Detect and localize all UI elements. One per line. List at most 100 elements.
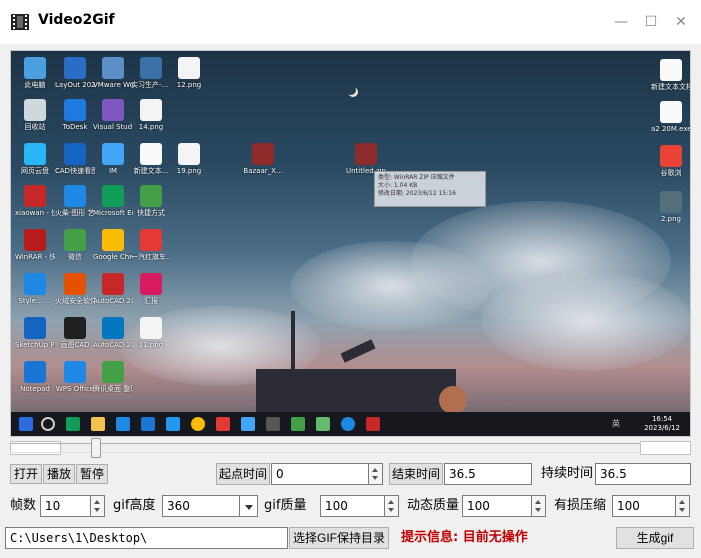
gif-quality-input[interactable] xyxy=(320,495,385,517)
lossy-spin[interactable] xyxy=(676,495,690,517)
video-preview: 此电脑 LayOut 2022VMware Workstati...实习生产-..… xyxy=(10,50,691,437)
desktop-icon[interactable]: 快捷方式 xyxy=(131,185,171,217)
desktop-icon-label: 一汽红旗车... .exe xyxy=(131,253,171,261)
dynamic-quality-input[interactable] xyxy=(462,495,532,517)
gif-height-select[interactable] xyxy=(162,495,240,517)
duration-input[interactable] xyxy=(595,463,691,485)
dynamic-quality-spin[interactable] xyxy=(532,495,546,517)
output-path-input[interactable] xyxy=(5,527,288,549)
cloud xyxy=(291,241,491,331)
desktop-icon[interactable]: 14.png xyxy=(131,99,171,131)
desktop-icon[interactable]: 19.png xyxy=(169,143,209,175)
desktop-icon-label: 谷歌浏 xyxy=(660,169,682,177)
start-time-input[interactable] xyxy=(271,463,369,485)
desktop-icon[interactable]: ToDesk xyxy=(55,99,95,131)
desktop-icon[interactable]: 实习生产-... 个企... xyxy=(131,57,171,89)
close-icon[interactable]: ✕ xyxy=(669,10,693,34)
minimize-icon[interactable]: — xyxy=(609,10,633,34)
desktop-icon[interactable]: 汇报 xyxy=(131,273,171,305)
open-button[interactable]: 打开 xyxy=(10,464,42,484)
desktop-app-icon xyxy=(64,273,86,295)
desktop-icon-label: AutoCAD 2018... xyxy=(93,297,133,305)
rooftop-building xyxy=(256,369,456,415)
desktop-icon[interactable]: Visual Stud... xyxy=(93,99,133,131)
gif-quality-spin[interactable] xyxy=(385,495,399,517)
desktop-icon-label: xiaowan - 快捷方式 xyxy=(15,209,55,217)
desktop-app-icon xyxy=(64,99,86,121)
desktop-icon[interactable]: 新建文本... xyxy=(131,143,171,175)
desktop-icon-label: 14.png xyxy=(138,123,164,131)
play-button[interactable]: 播放 xyxy=(43,464,75,484)
desktop-app-icon xyxy=(102,185,124,207)
desktop-app-icon xyxy=(24,143,46,165)
fps-input[interactable] xyxy=(40,495,91,517)
desktop-app-icon xyxy=(140,273,162,295)
desktop-icon[interactable]: xiaowan - 快捷方式 xyxy=(15,185,55,217)
desktop-app-icon xyxy=(102,361,124,383)
start-time-spin[interactable] xyxy=(369,463,383,485)
desktop-icon[interactable]: 画图CAD xyxy=(55,317,95,349)
pause-button[interactable]: 暂停 xyxy=(76,464,108,484)
lossy-input[interactable] xyxy=(612,495,676,517)
fps-spin[interactable] xyxy=(91,495,105,517)
desktop-icon[interactable]: 回收站 xyxy=(15,99,55,131)
desktop-app-icon xyxy=(24,99,46,121)
desktop-app-icon xyxy=(140,143,162,165)
desktop-icon-label: 实习生产-... 个企... xyxy=(131,81,171,89)
desktop-icon[interactable]: VMware Workstati... xyxy=(93,57,133,89)
desktop-icon[interactable]: 2.png xyxy=(651,191,690,223)
antenna xyxy=(291,311,295,371)
start-time-button[interactable]: 起点时间 xyxy=(216,463,270,485)
desktop-icon[interactable]: WinRAR - 快捷方式 xyxy=(15,229,55,261)
desktop-icon[interactable]: AutoCAD 2018... xyxy=(93,273,133,305)
desktop-app-icon xyxy=(102,317,124,339)
desktop-icon-label: Visual Stud... xyxy=(93,123,133,131)
desktop-icon[interactable]: SketchUp Pro 2022 xyxy=(15,317,55,349)
desktop-icon[interactable]: 腾讯桌面 整理 xyxy=(93,361,133,393)
end-time-input[interactable] xyxy=(444,463,532,485)
taskbar: 英 16:54 2023/6/12 xyxy=(11,412,690,436)
app-icon xyxy=(366,417,380,431)
choose-dir-button[interactable]: 选择GIF保持目录 xyxy=(289,527,389,549)
desktop-icon[interactable]: 新建文本文档.txt xyxy=(651,59,690,91)
desktop-icon[interactable]: 谷歌浏 xyxy=(651,145,690,177)
desktop-icon[interactable]: 火柴·图形 艺术馆... xyxy=(55,185,95,217)
desktop-icon-label: Google Chrome xyxy=(93,253,133,261)
desktop-app-icon xyxy=(660,191,682,213)
desktop-icon[interactable]: 一汽红旗车... .exe xyxy=(131,229,171,261)
desktop-icon[interactable]: LayOut 2022 xyxy=(55,57,95,89)
desktop-icon[interactable]: 微信 xyxy=(55,229,95,261)
desktop-icon[interactable]: WPS Office xyxy=(55,361,95,393)
desktop-icon-label: 19.png xyxy=(176,167,202,175)
desktop-icon[interactable]: 此电脑 xyxy=(15,57,55,89)
desktop-icon[interactable]: Notepad xyxy=(15,361,55,393)
desktop-icon-label: SketchUp Pro 2022 xyxy=(15,341,55,349)
desktop-icon[interactable]: Style... ... xyxy=(15,273,55,305)
desktop-icon[interactable]: a2 20M.exe xyxy=(651,101,690,133)
desktop-icon-label: AutoCAD 2019... xyxy=(93,341,133,349)
maximize-icon[interactable]: ☐ xyxy=(639,10,663,34)
desktop-icon[interactable]: Google Chrome xyxy=(93,229,133,261)
desktop-icon[interactable]: 网页云盘 xyxy=(15,143,55,175)
desktop-icon[interactable]: 11.png xyxy=(131,317,171,349)
desktop-app-icon xyxy=(24,185,46,207)
desktop-icon[interactable]: Bazaar_X... xyxy=(243,143,283,175)
desktop-icon[interactable]: IM xyxy=(93,143,133,175)
desktop-icon[interactable]: Microsoft Edge xyxy=(93,185,133,217)
desktop-icon-label: 此电脑 xyxy=(24,81,46,89)
app-icon xyxy=(341,417,355,431)
desktop-icon-label: Style... ... xyxy=(18,297,52,305)
desktop-icon[interactable]: CAD快速看图 xyxy=(55,143,95,175)
end-time-button[interactable]: 结束时间 xyxy=(389,463,443,485)
playback-slider-handle[interactable] xyxy=(90,438,101,458)
generate-gif-button[interactable]: 生成gif xyxy=(616,527,694,549)
app-film-icon xyxy=(11,14,29,30)
desktop-app-icon xyxy=(140,185,162,207)
chevron-down-icon[interactable] xyxy=(240,495,258,517)
desktop-icon-label: ToDesk xyxy=(62,123,88,131)
desktop-icon[interactable]: 12.png xyxy=(169,57,209,89)
playback-slider[interactable] xyxy=(10,443,691,453)
desktop-icon[interactable]: AutoCAD 2019... xyxy=(93,317,133,349)
desktop-icon[interactable]: 火绒安全软件 xyxy=(55,273,95,305)
desktop-app-icon xyxy=(660,59,682,81)
